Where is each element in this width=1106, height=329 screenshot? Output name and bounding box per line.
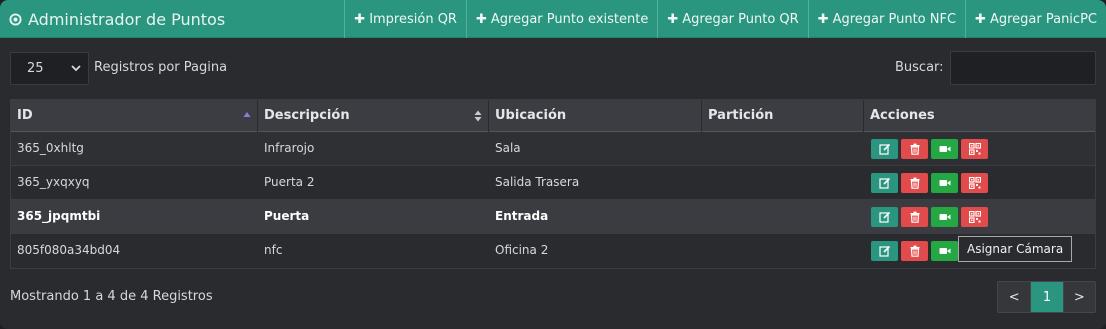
cell-id: 805f080a34bd04 (17, 243, 121, 257)
panel-header: Administrador de Puntos ✚ Impresión QR ✚… (0, 0, 1106, 38)
cell-particion (702, 132, 708, 166)
column-header-id[interactable]: ID (11, 100, 258, 132)
pagination: < 1 > (997, 281, 1096, 313)
qr-code-icon (968, 211, 981, 223)
trash-icon (910, 245, 919, 257)
add-panicpc-label: Agregar PanicPC (989, 11, 1097, 27)
assign-camera-button[interactable] (931, 173, 958, 193)
cell-ubicacion: Salida Trasera (495, 175, 580, 189)
row-actions (871, 241, 958, 261)
page-length-select[interactable]: 25 (10, 52, 89, 85)
column-header-descripcion[interactable]: Descripción (258, 100, 489, 132)
points-panel: Administrador de Puntos ✚ Impresión QR ✚… (0, 0, 1106, 329)
table-row: 365_yxqxyq Puerta 2 Salida Trasera (11, 166, 1095, 200)
page-length-label: Registros por Pagina (94, 60, 228, 75)
qr-code-button[interactable] (961, 139, 988, 159)
add-panicpc-button[interactable]: ✚ Agregar PanicPC (965, 0, 1106, 38)
assign-camera-button[interactable] (931, 139, 958, 159)
table-row: 365_jpqmtbi Puerta Entrada (11, 200, 1095, 234)
add-qr-point-button[interactable]: ✚ Agregar Punto QR (657, 0, 807, 38)
video-camera-icon (939, 214, 950, 220)
plus-icon: ✚ (475, 11, 487, 27)
delete-button[interactable] (901, 139, 928, 159)
dot-circle-icon (9, 12, 22, 26)
cell-descripcion: Puerta 2 (264, 175, 315, 189)
next-page-button[interactable]: > (1062, 282, 1095, 312)
add-existing-point-button[interactable]: ✚ Agregar Punto existente (465, 0, 657, 38)
cell-particion (702, 166, 708, 200)
header-nav: ✚ Impresión QR ✚ Agregar Punto existente… (344, 0, 1106, 38)
cell-particion (702, 234, 708, 268)
page-1-button[interactable]: 1 (1030, 282, 1063, 312)
assign-camera-button[interactable] (931, 241, 958, 261)
chevron-down-icon (71, 65, 81, 72)
page-title-group: Administrador de Puntos (9, 9, 225, 29)
cell-id: 365_0xhltg (17, 141, 84, 155)
points-table: ID Descripción Ubicación Partición Accio… (10, 99, 1096, 269)
plus-icon: ✚ (817, 11, 829, 27)
edit-button[interactable] (871, 241, 898, 261)
plus-icon: ✚ (975, 11, 986, 27)
trash-icon (910, 177, 919, 189)
search-label: Buscar: (895, 60, 944, 75)
video-camera-icon (939, 146, 950, 152)
print-qr-label: Impresión QR (369, 11, 457, 27)
qr-code-button[interactable] (961, 173, 988, 193)
edit-button[interactable] (871, 139, 898, 159)
edit-icon (878, 211, 890, 223)
trash-icon (910, 143, 919, 155)
table-row: 805f080a34bd04 nfc Oficina 2 (11, 234, 1095, 268)
delete-button[interactable] (901, 173, 928, 193)
row-actions (871, 207, 988, 227)
prev-page-button[interactable]: < (998, 282, 1031, 312)
edit-button[interactable] (871, 207, 898, 227)
page-title: Administrador de Puntos (28, 9, 226, 29)
cell-ubicacion: Oficina 2 (495, 243, 549, 257)
search-input[interactable] (950, 51, 1096, 85)
row-actions (871, 173, 988, 193)
cell-ubicacion: Sala (495, 141, 521, 155)
page-length-value: 25 (27, 61, 44, 76)
qr-code-icon (968, 143, 981, 155)
records-info: Mostrando 1 a 4 de 4 Registros (10, 289, 213, 304)
cell-id: 365_jpqmtbi (17, 209, 101, 223)
sort-asc-icon (243, 112, 251, 117)
qr-code-button[interactable] (961, 207, 988, 227)
assign-camera-tooltip: Asignar Cámara (958, 236, 1073, 262)
delete-button[interactable] (901, 241, 928, 261)
add-nfc-point-label: Agregar Punto NFC (832, 11, 957, 27)
trash-icon (910, 211, 919, 223)
plus-icon: ✚ (667, 11, 679, 27)
column-header-ubicacion[interactable]: Ubicación (489, 100, 702, 132)
cell-descripcion: nfc (264, 243, 283, 257)
column-header-particion[interactable]: Partición (702, 100, 864, 132)
delete-button[interactable] (901, 207, 928, 227)
video-camera-icon (939, 248, 950, 254)
row-actions (871, 139, 988, 159)
edit-button[interactable] (871, 173, 898, 193)
column-header-acciones: Acciones (870, 108, 935, 123)
sort-both-icon (474, 110, 482, 122)
plus-icon: ✚ (354, 11, 366, 27)
cell-descripcion: Infrarojo (264, 141, 315, 155)
cell-ubicacion: Entrada (495, 209, 549, 223)
qr-code-icon (968, 177, 981, 189)
cell-id: 365_yxqxyq (17, 175, 90, 189)
assign-camera-button[interactable] (931, 207, 958, 227)
edit-icon (878, 245, 890, 257)
print-qr-button[interactable]: ✚ Impresión QR (344, 0, 466, 38)
add-nfc-point-button[interactable]: ✚ Agregar Punto NFC (807, 0, 965, 38)
add-qr-point-label: Agregar Punto QR (682, 11, 799, 27)
edit-icon (878, 177, 890, 189)
video-camera-icon (939, 180, 950, 186)
table-row: 365_0xhltg Infrarojo Sala (11, 132, 1095, 166)
add-existing-point-label: Agregar Punto existente (490, 11, 649, 27)
cell-descripcion: Puerta (264, 209, 310, 223)
table-header: ID Descripción Ubicación Partición Accio… (11, 100, 1095, 132)
cell-particion (702, 200, 708, 234)
edit-icon (878, 143, 890, 155)
